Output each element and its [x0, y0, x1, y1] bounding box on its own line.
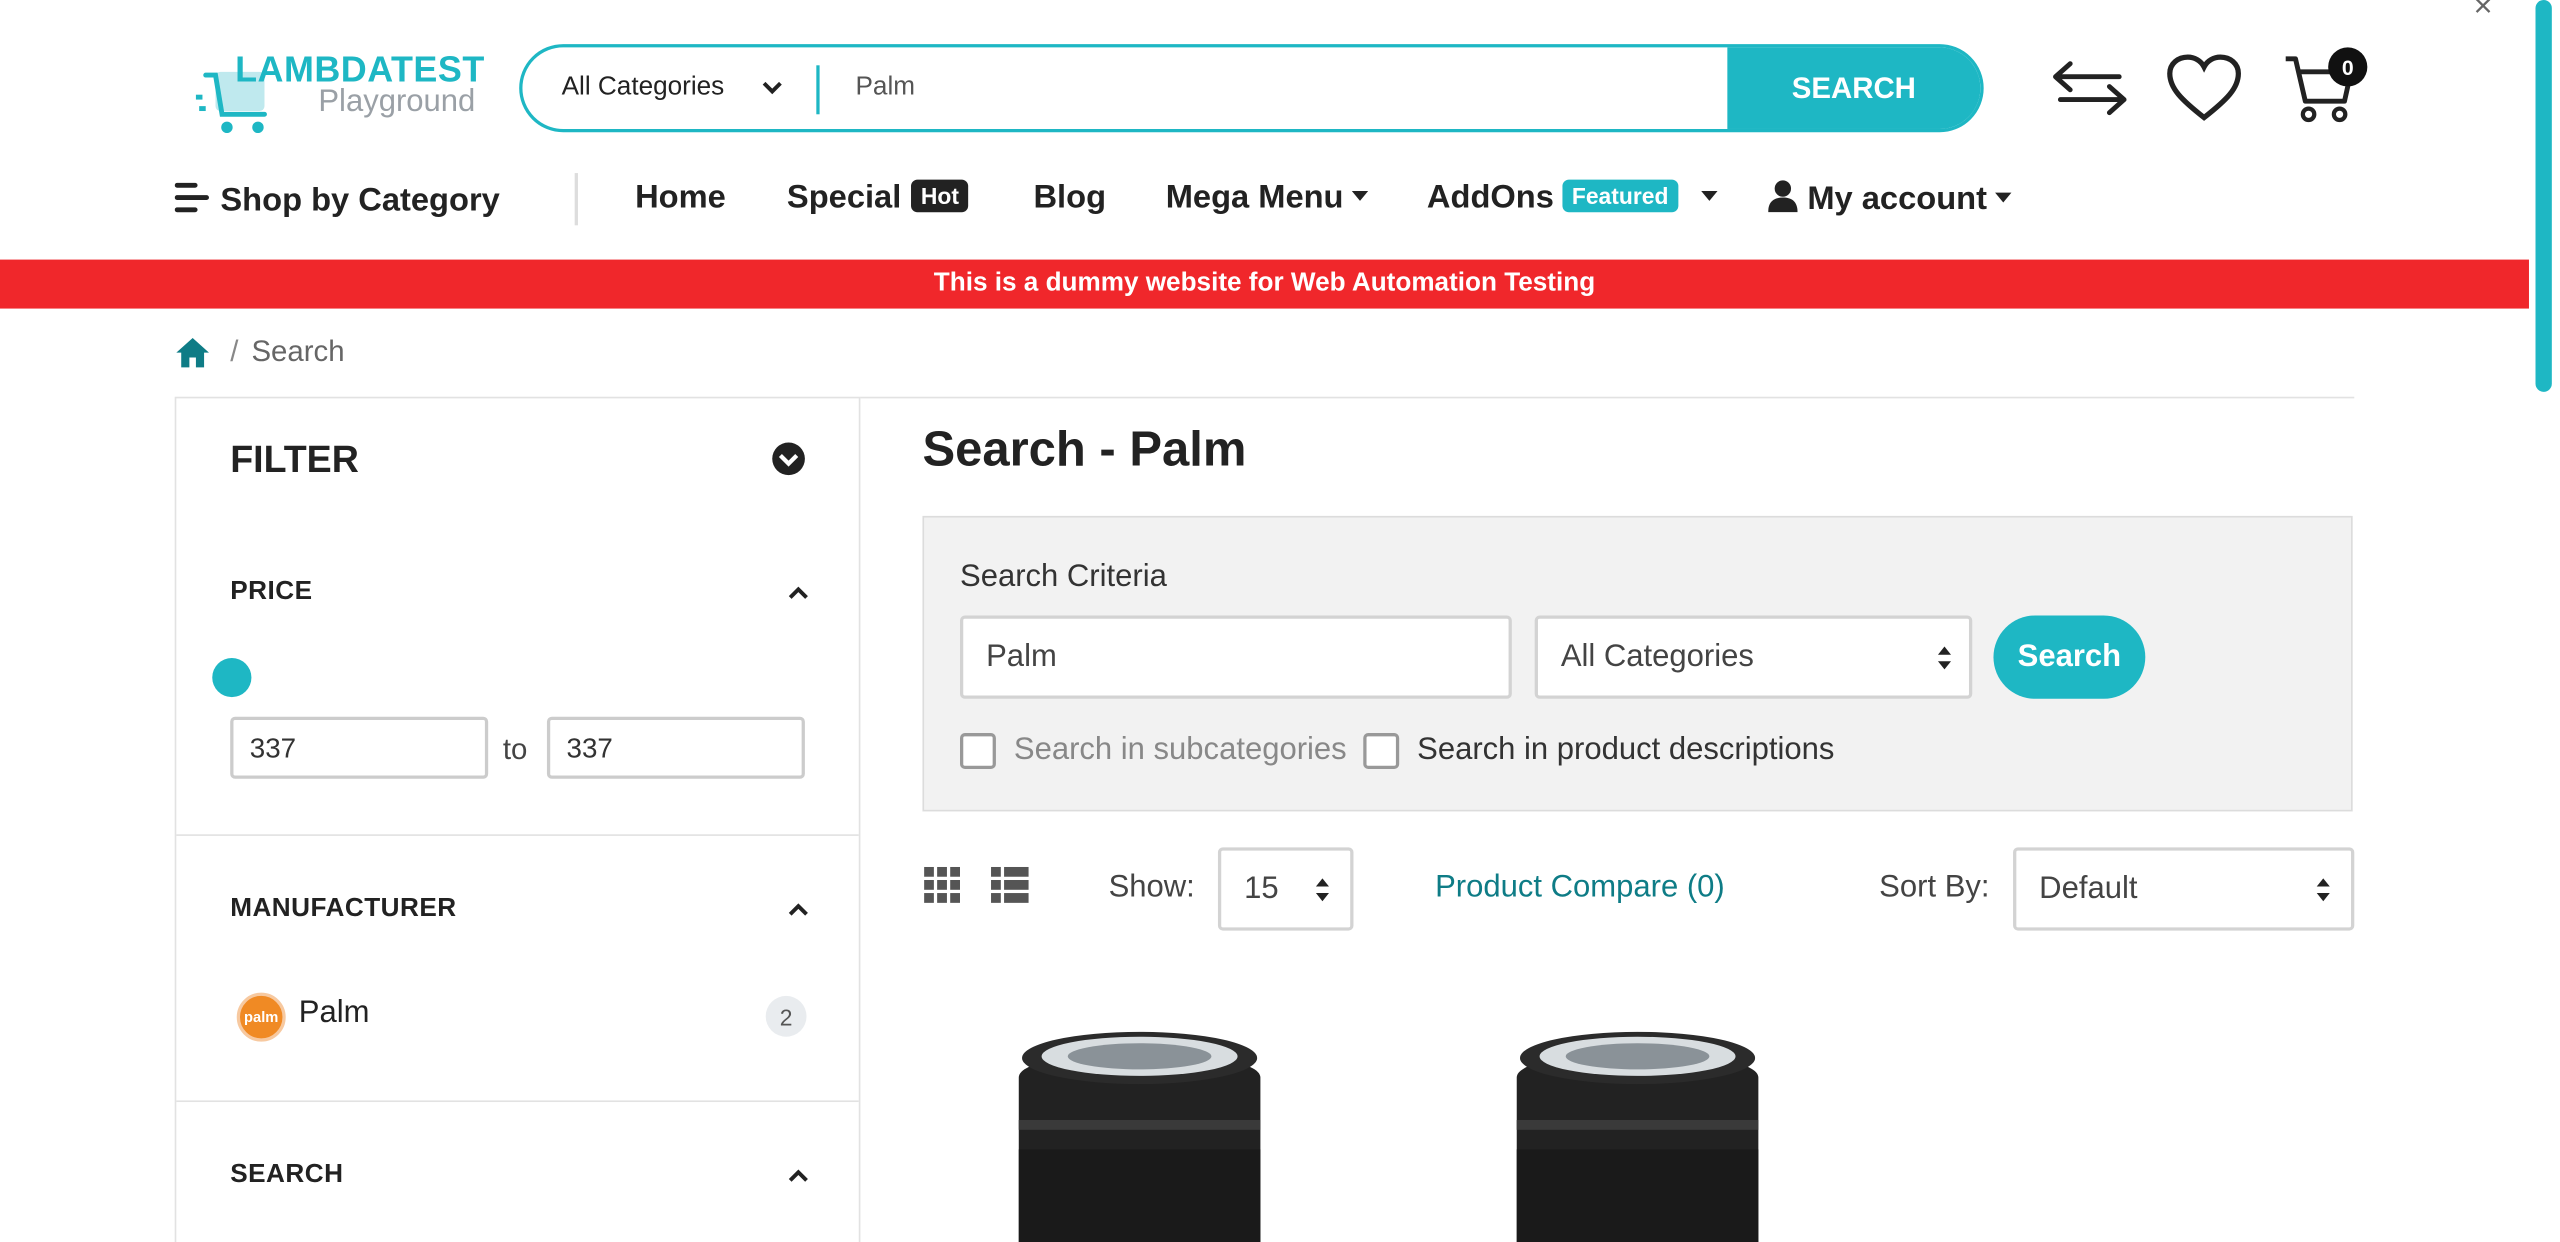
nav-my-account[interactable]: My account	[1768, 180, 2012, 219]
chevron-up-icon[interactable]	[788, 584, 809, 600]
nav-separator	[574, 173, 578, 226]
chevron-down-icon	[762, 81, 782, 95]
select-arrows-icon	[2316, 878, 2330, 902]
price-min-input[interactable]: 337	[230, 716, 489, 779]
nav-special[interactable]: Special Hot	[786, 179, 969, 218]
manufacturer-palm[interactable]: Palm	[299, 996, 370, 1032]
caret-down-icon	[1995, 192, 2012, 203]
page-title: Search - Palm	[922, 422, 1247, 477]
breadcrumb-separator: /	[230, 334, 239, 368]
criteria-search-button[interactable]: Search	[1993, 615, 2146, 699]
nav-addons-label: AddOns	[1426, 179, 1554, 216]
hot-badge: Hot	[911, 179, 969, 213]
product-card[interactable]	[1445, 980, 1869, 1242]
sort-by-label: Sort By:	[1879, 870, 1990, 905]
nav-shop-by-category[interactable]: Shop by Category	[174, 181, 500, 220]
price-range-slider-handle[interactable]	[212, 657, 252, 698]
breadcrumb: / Search	[175, 335, 345, 369]
price-heading[interactable]: PRICE	[230, 578, 312, 607]
search-filter-heading[interactable]: SEARCH	[230, 1161, 343, 1190]
search-criteria-label: Search Criteria	[959, 559, 1167, 595]
caret-down-icon	[1351, 191, 1369, 201]
chevron-circle-down-icon[interactable]	[771, 441, 807, 477]
featured-badge: Featured	[1562, 179, 1679, 213]
nav-home[interactable]: Home	[635, 180, 726, 218]
scrollbar-thumb[interactable]	[2535, 0, 2552, 392]
nav-shop-by-category-label: Shop by Category	[220, 182, 500, 219]
chevron-up-icon[interactable]	[788, 1167, 809, 1183]
logo-subtitle: Playground	[318, 84, 476, 120]
nav-blog[interactable]: Blog	[1033, 180, 1106, 218]
show-limit-value: 15	[1244, 871, 1279, 907]
select-arrows-icon	[1315, 878, 1329, 902]
subcategories-checkbox[interactable]	[959, 733, 996, 769]
site-logo[interactable]: LAMBDATEST Playground	[193, 46, 487, 137]
show-label: Show:	[1108, 870, 1195, 905]
home-icon[interactable]	[175, 336, 211, 369]
search-category-select[interactable]: All Categories	[562, 73, 725, 102]
descriptions-checkbox[interactable]	[1363, 733, 1400, 769]
breadcrumb-current: Search	[251, 334, 345, 368]
sort-by-value: Default	[2039, 871, 2138, 907]
close-icon[interactable]: ×	[2473, 0, 2492, 23]
product-image[interactable]	[947, 980, 1371, 1242]
search-divider	[816, 65, 820, 115]
product-image[interactable]	[1445, 980, 1869, 1242]
search-criteria-panel: Search Criteria Palm All Categories Sear…	[922, 515, 2353, 812]
page: × LAMBDATEST Playground All Categories P…	[0, 0, 2560, 1242]
sidebar-divider	[176, 834, 859, 836]
criteria-category-select[interactable]: All Categories	[1534, 615, 1973, 699]
menu-lines-icon	[174, 182, 209, 213]
grid-view-icon[interactable]	[924, 866, 963, 906]
palm-logo[interactable]: palm	[236, 992, 286, 1042]
criteria-category-value: All Categories	[1560, 639, 1754, 675]
chevron-up-icon[interactable]	[788, 901, 809, 917]
nav-mega-menu-label: Mega Menu	[1165, 179, 1344, 216]
content-top-rule	[860, 396, 2355, 399]
dummy-site-banner: This is a dummy website for Web Automati…	[0, 259, 2529, 309]
subcategories-label[interactable]: Search in subcategories	[1014, 733, 1347, 769]
user-icon	[1768, 180, 1798, 213]
cart-count-badge: 0	[2328, 47, 2368, 87]
manufacturer-heading[interactable]: MANUFACTURER	[230, 895, 456, 924]
manufacturer-count-badge: 2	[765, 995, 807, 1037]
criteria-keyword-input[interactable]: Palm	[959, 615, 1512, 699]
nav-mega-menu[interactable]: Mega Menu	[1165, 179, 1369, 218]
main-navigation: Shop by Category Home Special Hot Blog Me…	[0, 163, 2529, 236]
nav-my-account-label: My account	[1807, 181, 1987, 218]
price-to-label: to	[502, 733, 528, 766]
caret-down-icon	[1701, 191, 1718, 201]
list-view-icon[interactable]	[991, 866, 1030, 906]
select-arrows-icon	[1937, 646, 1952, 670]
compare-icon[interactable]	[2051, 59, 2129, 118]
product-card[interactable]	[947, 980, 1371, 1242]
wishlist-heart-icon[interactable]	[2165, 52, 2243, 124]
search-button[interactable]: SEARCH	[1727, 47, 1981, 129]
sidebar-divider	[176, 1100, 859, 1103]
sort-by-select[interactable]: Default	[2013, 847, 2355, 931]
header-search-bar: All Categories Palm SEARCH	[519, 44, 1984, 133]
product-compare-link[interactable]: Product Compare (0)	[1435, 870, 1725, 906]
descriptions-label[interactable]: Search in product descriptions	[1417, 733, 1834, 769]
nav-addons[interactable]: AddOns Featured	[1426, 179, 1718, 218]
filter-title: FILTER	[230, 437, 359, 480]
price-max-input[interactable]: 337	[546, 716, 805, 779]
filter-sidebar: FILTER PRICE 337 to 337 MANUFACTURER pal…	[174, 396, 861, 1242]
show-limit-select[interactable]: 15	[1217, 847, 1354, 931]
nav-special-label: Special	[786, 179, 902, 216]
search-input[interactable]: Palm	[856, 73, 916, 102]
